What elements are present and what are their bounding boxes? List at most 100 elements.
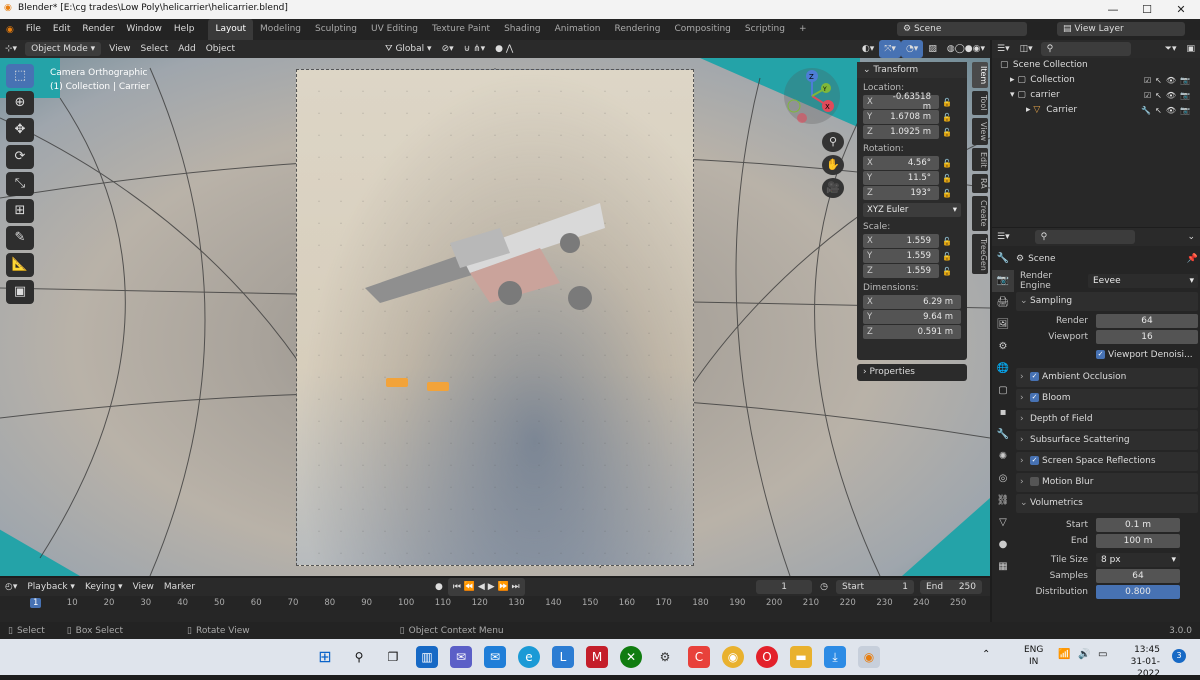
minimize-button[interactable]: — [1096,0,1130,19]
rotation-mode-dropdown[interactable]: XYZ Euler ▾ [863,203,961,217]
timeline-ruler[interactable]: 1 10 20 30 40 50 60 70 80 90 100 110 120 130 140 150 160… [0,596,990,610]
blender-taskbar-icon[interactable]: ◉ [858,646,880,668]
scale-tool-icon[interactable]: ⤡ [6,172,34,196]
annotate-tool-icon[interactable]: ✎ [6,226,34,250]
render-samples-field[interactable]: 64 [1096,313,1198,328]
notification-badge[interactable]: 3 [1172,649,1186,663]
add-workspace-button[interactable]: + [792,19,814,40]
collapse-icon[interactable]: ▾ [1010,90,1015,100]
add-cube-tool-icon[interactable]: ▣ [6,280,34,304]
tab-scripting[interactable]: Scripting [738,19,792,40]
start-icon[interactable]: ⊞ [314,646,336,668]
tab-tool[interactable]: Tool [972,91,988,115]
tab-texture-paint[interactable]: Texture Paint [425,19,497,40]
view-layer-tab-icon[interactable]: 🖼 [992,314,1014,336]
search-icon[interactable]: ⚲ [348,646,370,668]
marker-menu[interactable]: Marker [159,578,200,596]
tab-layout[interactable]: Layout [208,19,254,40]
tab-edit[interactable]: Edit [972,147,988,172]
wifi-icon[interactable]: 📶 [1058,649,1070,660]
lock-icon[interactable]: 🔓 [942,267,952,276]
widgets-icon[interactable]: ▥ [416,646,438,668]
measure-tool-icon[interactable]: 📐 [6,253,34,277]
texture-tab-icon[interactable]: ▦ [992,556,1014,578]
tab-shading[interactable]: Shading [497,19,548,40]
options-icon[interactable]: ⌄ [1182,228,1200,246]
lock-icon[interactable]: 🔓 [942,237,952,246]
rotation-y-field[interactable]: Y 11.5° 🔓 [863,171,952,185]
chat-icon[interactable]: ✉ [450,646,472,668]
3d-viewport[interactable]: Camera Orthographic (1) Collection | Car… [0,58,990,576]
tab-compositing[interactable]: Compositing [667,19,737,40]
outliner-row-carrier-collection[interactable]: ▾ ▢ carrier ☑↖👁📷 [992,88,1200,103]
location-x-field[interactable]: X -0.63518 m 🔓 [863,92,952,112]
collection-tab-icon[interactable]: ▢ [992,380,1014,402]
lock-icon[interactable]: 🔓 [942,174,952,183]
rotation-z-field[interactable]: Z 193° 🔓 [863,186,952,200]
scene-selector[interactable]: ⚙ Scene [897,22,1027,36]
menu-render[interactable]: Render [76,19,120,40]
properties-search-input[interactable]: ⚲ [1034,230,1135,244]
keying-menu[interactable]: Keying ▾ [80,578,128,596]
current-frame-field[interactable]: 1 [756,580,813,594]
proportional-edit-icon[interactable]: ● ⋀ [490,40,518,58]
physics-tab-icon[interactable]: ◎ [992,468,1014,490]
editor-type-icon[interactable]: ☰▾ [992,228,1015,246]
properties-panel-header[interactable]: › Properties [857,364,967,381]
xbox-icon[interactable]: ✕ [620,646,642,668]
render-tab-icon[interactable]: 📷 [992,270,1014,292]
dimensions-y-field[interactable]: Y 9.64 m [863,310,961,324]
lock-icon[interactable]: 🔓 [942,113,952,122]
tab-ra[interactable]: RA [972,174,988,193]
menu-object[interactable]: Object [201,40,240,58]
visibility-toggles[interactable]: ☑↖👁📷 [1144,73,1194,88]
scene-tab-icon[interactable]: ⚙ [992,336,1014,358]
chrome-icon[interactable]: ◉ [722,646,744,668]
maximize-button[interactable]: ☐ [1130,0,1164,19]
depth-of-field-section[interactable]: › Depth of Field [1016,410,1198,429]
move-tool-icon[interactable]: ✥ [6,118,34,142]
ambient-occlusion-section[interactable]: › ✓ Ambient Occlusion [1016,368,1198,387]
mail-icon[interactable]: ✉ [484,646,506,668]
pivot-icon[interactable]: ⊘▾ [437,40,459,58]
menu-edit[interactable]: Edit [47,19,76,40]
distribution-slider[interactable]: 0.800 [1096,584,1180,599]
outliner-row-collection[interactable]: ▸ ▢ Collection ☑↖👁📷 [992,73,1200,88]
bloom-section[interactable]: › ✓ Bloom [1016,389,1198,408]
lock-icon[interactable]: 🔓 [942,189,952,198]
mcafee-icon[interactable]: M [586,646,608,668]
tab-animation[interactable]: Animation [548,19,608,40]
modifier-tab-icon[interactable]: 🔧 [992,424,1014,446]
visibility-toggles[interactable]: 🔧↖👁📷 [1141,103,1194,118]
app-icon[interactable]: C [688,646,710,668]
blender-menu-icon[interactable]: ◉ [0,25,20,35]
material-tab-icon[interactable]: ● [992,534,1014,556]
scale-y-field[interactable]: Y 1.559 🔓 [863,249,952,263]
navigation-gizmo[interactable]: Z X Y [780,66,840,126]
overlay-icon[interactable]: ◔▾ [900,40,924,58]
transform-orientation-dropdown[interactable]: ⛛ Global ▾ [380,40,437,58]
expand-icon[interactable]: ▸ [1026,105,1031,115]
file-explorer-icon[interactable]: ▬ [790,646,812,668]
viewport-denoise-checkbox[interactable]: ✓ Viewport Denoisi... [1096,349,1198,360]
menu-help[interactable]: Help [168,19,201,40]
camera-view-icon[interactable]: 🎥 [822,178,844,198]
edge-icon[interactable]: e [518,646,540,668]
checkbox-icon[interactable]: ✓ [1030,372,1039,381]
data-tab-icon[interactable]: ▽ [992,512,1014,534]
settings-gear-icon[interactable]: ⚙ [654,646,676,668]
timeline-tick[interactable]: 1 [30,598,42,608]
pin-icon[interactable]: 📌 [1187,254,1198,264]
store-icon[interactable]: L [552,646,574,668]
gizmo-icon[interactable]: ⤧▾ [879,40,901,58]
menu-add[interactable]: Add [173,40,200,58]
screen-space-reflections-section[interactable]: › ✓ Screen Space Reflections [1016,452,1198,471]
expand-icon[interactable]: ▸ [1010,75,1015,85]
editor-type-icon[interactable]: ⊹▾ [0,40,22,58]
transform-tool-icon[interactable]: ⊞ [6,199,34,223]
cursor-tool-icon[interactable]: ⊕ [6,91,34,115]
playback-controls[interactable]: ⏮ ⏪ ◀ ▶ ⏩ ⏭ [447,578,525,596]
timeline-view-menu[interactable]: View [128,578,159,596]
tab-uv-editing[interactable]: UV Editing [364,19,425,40]
tab-treegen[interactable]: TreeGen [972,233,988,275]
